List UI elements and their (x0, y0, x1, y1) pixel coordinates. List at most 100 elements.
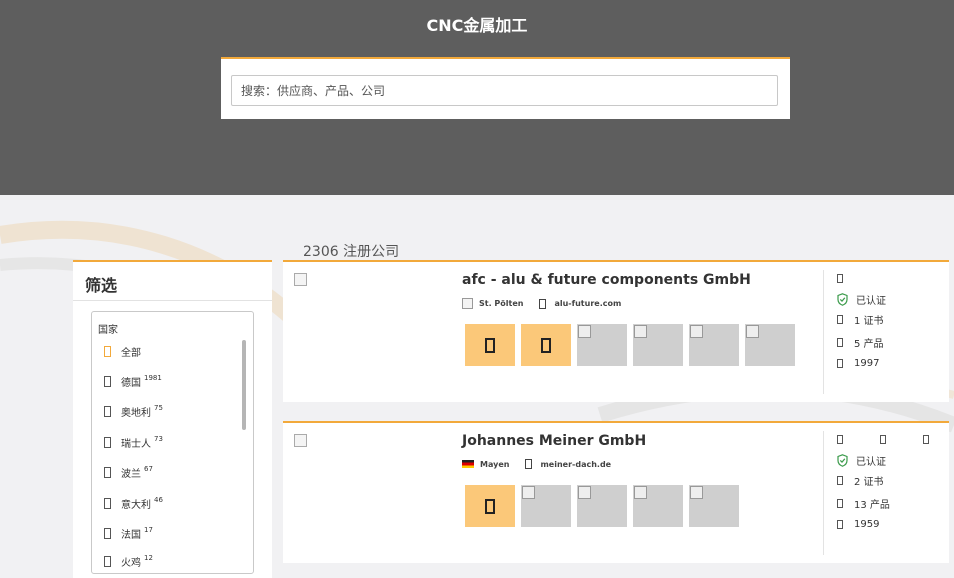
company-website[interactable]: alu-future.com (554, 299, 621, 308)
checkbox-icon[interactable] (104, 345, 111, 357)
company-logo (294, 434, 307, 447)
divider (73, 300, 272, 301)
filter-option-count: 1981 (144, 374, 162, 382)
certificates-row: 1 证书 (837, 312, 884, 327)
company-website[interactable]: meiner-dach.de (540, 460, 611, 469)
product-thumbnail[interactable] (745, 324, 795, 366)
checkbox-icon[interactable] (104, 497, 111, 509)
filter-option-label: 波兰 (121, 468, 141, 480)
company-card[interactable]: afc - alu & future components GmbH St. P… (283, 260, 949, 402)
product-thumbnail[interactable] (577, 485, 627, 527)
filter-option-all[interactable]: 全部 (104, 343, 141, 359)
country-filter[interactable]: 国家 全部 德国 1981 奥地利 75 瑞士人 73 波兰 67 意大利 46… (91, 311, 254, 574)
company-city: St. Pölten (479, 299, 524, 308)
filter-option-italy[interactable]: 意大利 46 (104, 495, 163, 511)
company-stats: 已认证 1 证书 5 产品 1997 (823, 270, 943, 394)
founded-label: 1997 (854, 358, 880, 369)
shield-check-icon (837, 454, 848, 467)
product-icon (837, 499, 843, 508)
founded-label: 1959 (854, 519, 880, 530)
filter-option-label: 全部 (121, 347, 141, 359)
company-card[interactable]: Johannes Meiner GmbH Mayen meiner-dach.d… (283, 421, 949, 563)
action-icons (837, 274, 854, 283)
company-city: Mayen (480, 459, 510, 469)
website-icon (525, 459, 533, 469)
verified-label: 已认证 (856, 457, 886, 468)
flag-germany-icon (462, 460, 474, 468)
checkbox-icon[interactable] (104, 466, 111, 478)
filter-title: 筛选 (85, 276, 118, 295)
search-container (221, 57, 790, 119)
product-thumbnail[interactable] (521, 485, 571, 527)
filter-section-title: 国家 (98, 325, 118, 336)
share-icon[interactable] (880, 435, 886, 444)
filter-option-austria[interactable]: 奥地利 75 (104, 403, 163, 419)
filter-option-label: 奥地利 (121, 407, 151, 419)
filter-option-france[interactable]: 法国 17 (104, 525, 153, 541)
filter-option-turkey[interactable]: 火鸡 12 (104, 553, 153, 569)
company-stats: 已认证 2 证书 13 产品 1959 (823, 431, 943, 555)
filter-option-count: 75 (154, 404, 163, 412)
filter-option-label: 瑞士人 (121, 438, 151, 450)
calendar-icon (837, 359, 843, 368)
placeholder-icon (485, 498, 495, 514)
product-thumbnails (465, 324, 795, 366)
page-title: CNC金属加工 (426, 16, 528, 35)
filter-option-label: 意大利 (121, 499, 151, 511)
product-thumbnail[interactable] (521, 324, 571, 366)
verified-badge: 已认证 (837, 292, 886, 307)
products-label: 5 产品 (854, 339, 884, 350)
certificate-icon (837, 476, 843, 485)
products-row: 13 产品 (837, 496, 890, 511)
certificate-icon (837, 315, 843, 324)
product-icon (837, 338, 843, 347)
product-thumbnail[interactable] (577, 324, 627, 366)
filter-option-count: 67 (144, 465, 153, 473)
placeholder-icon (541, 337, 551, 353)
verified-badge: 已认证 (837, 453, 886, 468)
company-meta: St. Pölten alu-future.com (462, 298, 621, 309)
placeholder-icon (485, 337, 495, 353)
filter-option-count: 17 (144, 526, 153, 534)
checkbox-icon[interactable] (104, 555, 111, 567)
filter-option-count: 46 (154, 496, 163, 504)
company-name[interactable]: Johannes Meiner GmbH (462, 433, 646, 449)
product-thumbnail[interactable] (689, 324, 739, 366)
certificates-row: 2 证书 (837, 473, 884, 488)
bookmark-icon[interactable] (837, 274, 843, 283)
founded-row: 1959 (837, 519, 879, 530)
founded-row: 1997 (837, 358, 879, 369)
website-icon (539, 298, 547, 309)
company-meta: Mayen meiner-dach.de (462, 459, 611, 469)
checkbox-icon[interactable] (104, 375, 111, 387)
company-logo (294, 273, 307, 286)
checkbox-icon[interactable] (104, 405, 111, 417)
filter-option-switzerland[interactable]: 瑞士人 73 (104, 434, 163, 450)
product-thumbnail[interactable] (689, 485, 739, 527)
product-thumbnail[interactable] (465, 485, 515, 527)
flag-icon (462, 298, 473, 309)
product-thumbnail[interactable] (465, 324, 515, 366)
company-name[interactable]: afc - alu & future components GmbH (462, 272, 751, 288)
certificates-label: 2 证书 (854, 477, 884, 488)
page-header: CNC金属加工 (0, 0, 954, 195)
action-icons (837, 435, 954, 444)
filter-option-count: 73 (154, 435, 163, 443)
filter-option-count: 12 (144, 554, 153, 562)
checkbox-icon[interactable] (104, 527, 111, 539)
checkbox-icon[interactable] (104, 436, 111, 448)
product-thumbnail[interactable] (633, 485, 683, 527)
filter-option-label: 法国 (121, 529, 141, 541)
products-label: 13 产品 (854, 500, 890, 511)
product-thumbnail[interactable] (633, 324, 683, 366)
shield-check-icon (837, 293, 848, 306)
product-thumbnails (465, 485, 739, 527)
filter-option-germany[interactable]: 德国 1981 (104, 373, 162, 389)
filter-option-poland[interactable]: 波兰 67 (104, 464, 153, 480)
compare-icon[interactable] (923, 435, 929, 444)
filter-panel: 筛选 国家 全部 德国 1981 奥地利 75 瑞士人 73 波兰 67 意大利… (73, 260, 272, 578)
bookmark-icon[interactable] (837, 435, 843, 444)
search-input[interactable] (231, 75, 778, 106)
calendar-icon (837, 520, 843, 529)
filter-scrollbar[interactable] (242, 340, 246, 430)
